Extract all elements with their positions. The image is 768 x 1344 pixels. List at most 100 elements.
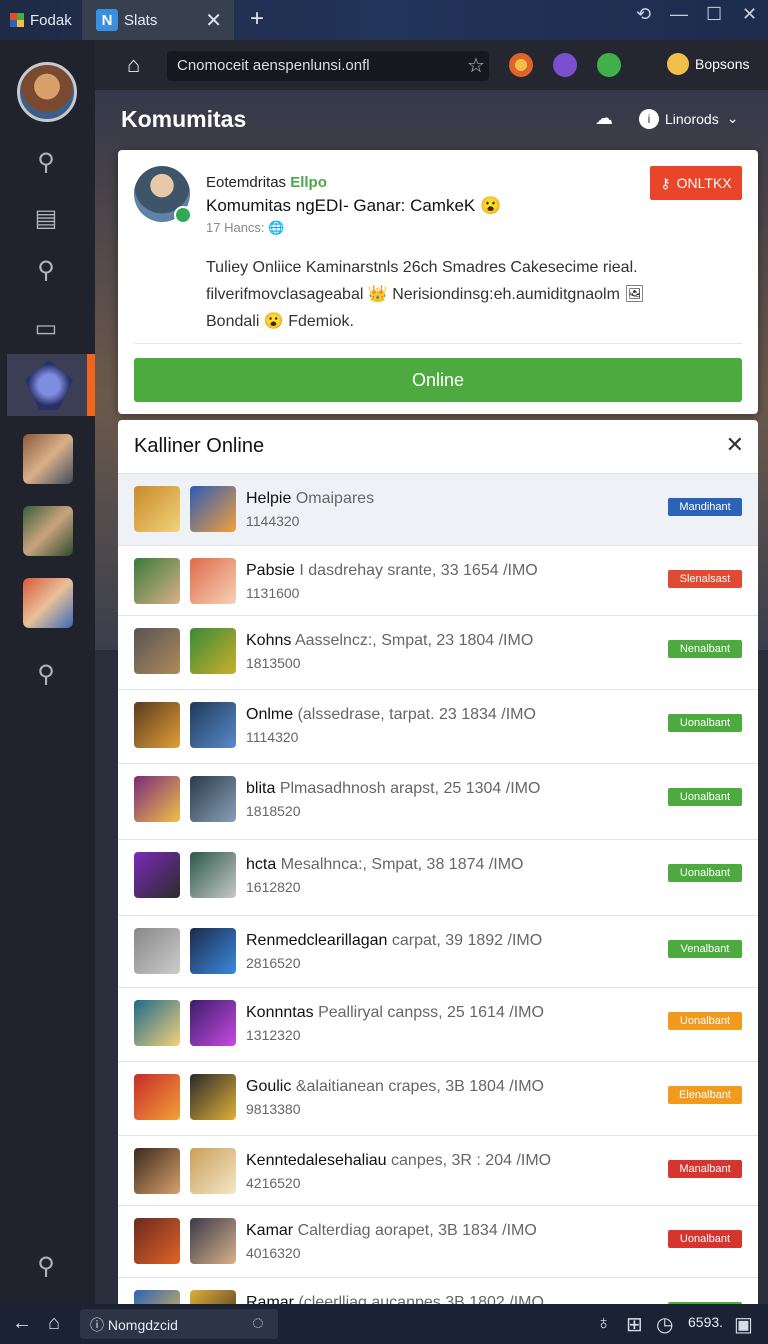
item-title: Pabsie <box>246 562 295 579</box>
game-thumbnail[interactable] <box>134 776 180 822</box>
status-badge[interactable]: Slenalsast <box>668 570 742 588</box>
item-subtitle: Calterdiag aorapet, 3B 1834 /IMO <box>297 1222 537 1239</box>
game-thumbnail[interactable] <box>190 928 236 974</box>
game-thumbnail[interactable] <box>134 486 180 532</box>
sidebar-game-3[interactable] <box>23 578 73 628</box>
search-icon[interactable]: ⚲ <box>30 254 62 286</box>
status-badge[interactable]: Uonalbant <box>668 1012 742 1030</box>
game-thumbnail[interactable] <box>190 776 236 822</box>
minimize-icon[interactable]: — <box>670 4 688 25</box>
maximize-icon[interactable]: ☐ <box>706 4 722 25</box>
sidebar-game-2[interactable] <box>23 506 73 556</box>
bookmark-star-icon[interactable]: ☆ <box>467 53 485 78</box>
item-subtitle: Omaipares <box>295 490 375 507</box>
status-badge[interactable]: Manalbant <box>668 1160 742 1178</box>
check-extension-icon[interactable] <box>597 53 621 77</box>
game-thumbnail[interactable] <box>190 628 236 674</box>
hero-right-label[interactable]: Linorods <box>665 111 719 127</box>
game-thumbnail[interactable] <box>134 1000 180 1046</box>
list-item[interactable]: Onlme (alssedrase, tarpat. 23 1834 /IMO 1… <box>118 690 758 764</box>
game-thumbnail[interactable] <box>190 1148 236 1194</box>
game-thumbnail[interactable] <box>190 1218 236 1264</box>
home-icon[interactable]: ⌂ <box>127 52 140 78</box>
document-icon[interactable]: ▤ <box>30 202 62 234</box>
page-title: Komumitas <box>121 106 247 132</box>
list-item[interactable]: Pabsie I dasdrehay srante, 33 1654 /IMO 1… <box>118 546 758 616</box>
game-thumbnail[interactable] <box>190 558 236 604</box>
user-avatar[interactable] <box>17 62 77 122</box>
game-thumbnail[interactable] <box>134 558 180 604</box>
taskbar-search-text: Nomgdzcid <box>107 1317 178 1333</box>
tab-slats[interactable]: N Slats ✕ <box>82 0 234 40</box>
online-dot <box>174 206 192 224</box>
item-subtitle: Mesalhnca:, Smpat, 38 1874 /IMO <box>280 856 524 873</box>
author-highlight: Ellpo <box>290 174 327 191</box>
game-thumbnail[interactable] <box>134 702 180 748</box>
item-number: 1312320 <box>246 1027 301 1043</box>
extension-icon[interactable] <box>509 53 533 77</box>
list-item[interactable]: Goulic &alaitianean crapes, 3B 1804 /IMO… <box>118 1062 758 1136</box>
post-desc-3: Bondali 😮 Fdemiok. <box>206 313 354 330</box>
address-bar[interactable]: Cnomoceit aenspenlunsi.onfl <box>167 51 489 81</box>
status-badge[interactable]: Uonalbant <box>668 1230 742 1248</box>
home-icon[interactable]: ⌂ <box>48 1312 60 1335</box>
chevron-down-icon[interactable]: ⌄ <box>727 110 739 127</box>
game-thumbnail[interactable] <box>190 1074 236 1120</box>
item-subtitle: Pealliryal canpss, 25 1614 /IMO <box>318 1004 544 1021</box>
item-title: Goulic <box>246 1078 292 1095</box>
list-item[interactable]: Konnntas Pealliryal canpss, 25 1614 /IMO… <box>118 988 758 1062</box>
chat-icon[interactable]: ◌ <box>252 1312 264 1335</box>
tab-label: Fodak <box>30 11 72 29</box>
status-badge[interactable]: Elenalbant <box>668 1086 742 1104</box>
game-thumbnail[interactable] <box>190 1000 236 1046</box>
search-icon[interactable]: ⚲ <box>30 658 62 690</box>
clock-icon[interactable]: ◷ <box>656 1312 673 1337</box>
status-badge[interactable]: Mandihant <box>668 498 742 516</box>
search-icon[interactable]: ⚲ <box>30 1250 62 1282</box>
game-thumbnail[interactable] <box>134 928 180 974</box>
search-icon[interactable]: ⚲ <box>30 146 62 178</box>
cast-icon[interactable]: ⟲ <box>636 4 651 25</box>
status-badge[interactable]: Uonalbant <box>668 864 742 882</box>
online-status-button[interactable]: ⚷ ONLTKX <box>650 166 742 200</box>
sidebar-item-active-game[interactable] <box>7 354 95 416</box>
status-badge[interactable]: Uonalbant <box>668 788 742 806</box>
grid-icon[interactable]: ⊞ <box>626 1312 643 1337</box>
list-item[interactable]: blita Plmasadhnosh arapst, 25 1304 /IMO 1… <box>118 764 758 840</box>
game-thumbnail[interactable] <box>190 852 236 898</box>
game-thumbnail[interactable] <box>190 702 236 748</box>
sidebar-game-1[interactable] <box>23 434 73 484</box>
profile-button[interactable]: Bopsons <box>667 53 749 75</box>
list-item[interactable]: Kamar Calterdiag aorapet, 3B 1834 /IMO 40… <box>118 1206 758 1278</box>
back-arrow-icon[interactable]: ← <box>12 1312 32 1335</box>
game-thumbnail[interactable] <box>190 486 236 532</box>
game-thumbnail[interactable] <box>134 1074 180 1120</box>
list-item[interactable]: hcta Mesalhnca:, Smpat, 38 1874 /IMO 1612… <box>118 840 758 916</box>
close-tab-icon[interactable]: ✕ <box>205 8 222 33</box>
post-avatar[interactable] <box>134 166 192 224</box>
item-number: 1114320 <box>246 729 299 745</box>
game-thumbnail[interactable] <box>134 628 180 674</box>
online-action-button[interactable]: Online <box>134 358 742 402</box>
status-badge[interactable]: Venalbant <box>668 940 742 958</box>
list-item[interactable]: Helpie Omaipares 1144320 Mandihant <box>118 474 758 546</box>
game-thumbnail[interactable] <box>134 1148 180 1194</box>
taskbar-search[interactable]: ⓘ Nomgdzcid <box>80 1309 278 1339</box>
close-window-icon[interactable]: ✕ <box>742 4 757 25</box>
window-icon[interactable]: ▣ <box>734 1312 753 1337</box>
new-tab-button[interactable]: + <box>250 5 264 33</box>
tab-fodak[interactable]: Fodak <box>0 0 82 40</box>
extension-icon[interactable] <box>553 53 577 77</box>
online-button-label: ONLTKX <box>676 175 732 191</box>
game-thumbnail[interactable] <box>134 1218 180 1264</box>
mic-icon[interactable]: ♁ <box>596 1312 611 1335</box>
screen-icon[interactable]: ▭ <box>30 312 62 344</box>
game-thumbnail[interactable] <box>134 852 180 898</box>
close-icon[interactable]: ✕ <box>726 432 744 458</box>
list-item[interactable]: Renmedclearillagan carpat, 39 1892 /IMO 2… <box>118 916 758 988</box>
list-item[interactable]: Kenntedalesehaliau canpes, 3R : 204 /IMO… <box>118 1136 758 1206</box>
list-item[interactable]: Kohns Aasselncz:, Smpat, 23 1804 /IMO 181… <box>118 616 758 690</box>
cloud-icon[interactable]: ☁ <box>595 108 613 129</box>
status-badge[interactable]: Uonalbant <box>668 714 742 732</box>
status-badge[interactable]: Nenalbant <box>668 640 742 658</box>
